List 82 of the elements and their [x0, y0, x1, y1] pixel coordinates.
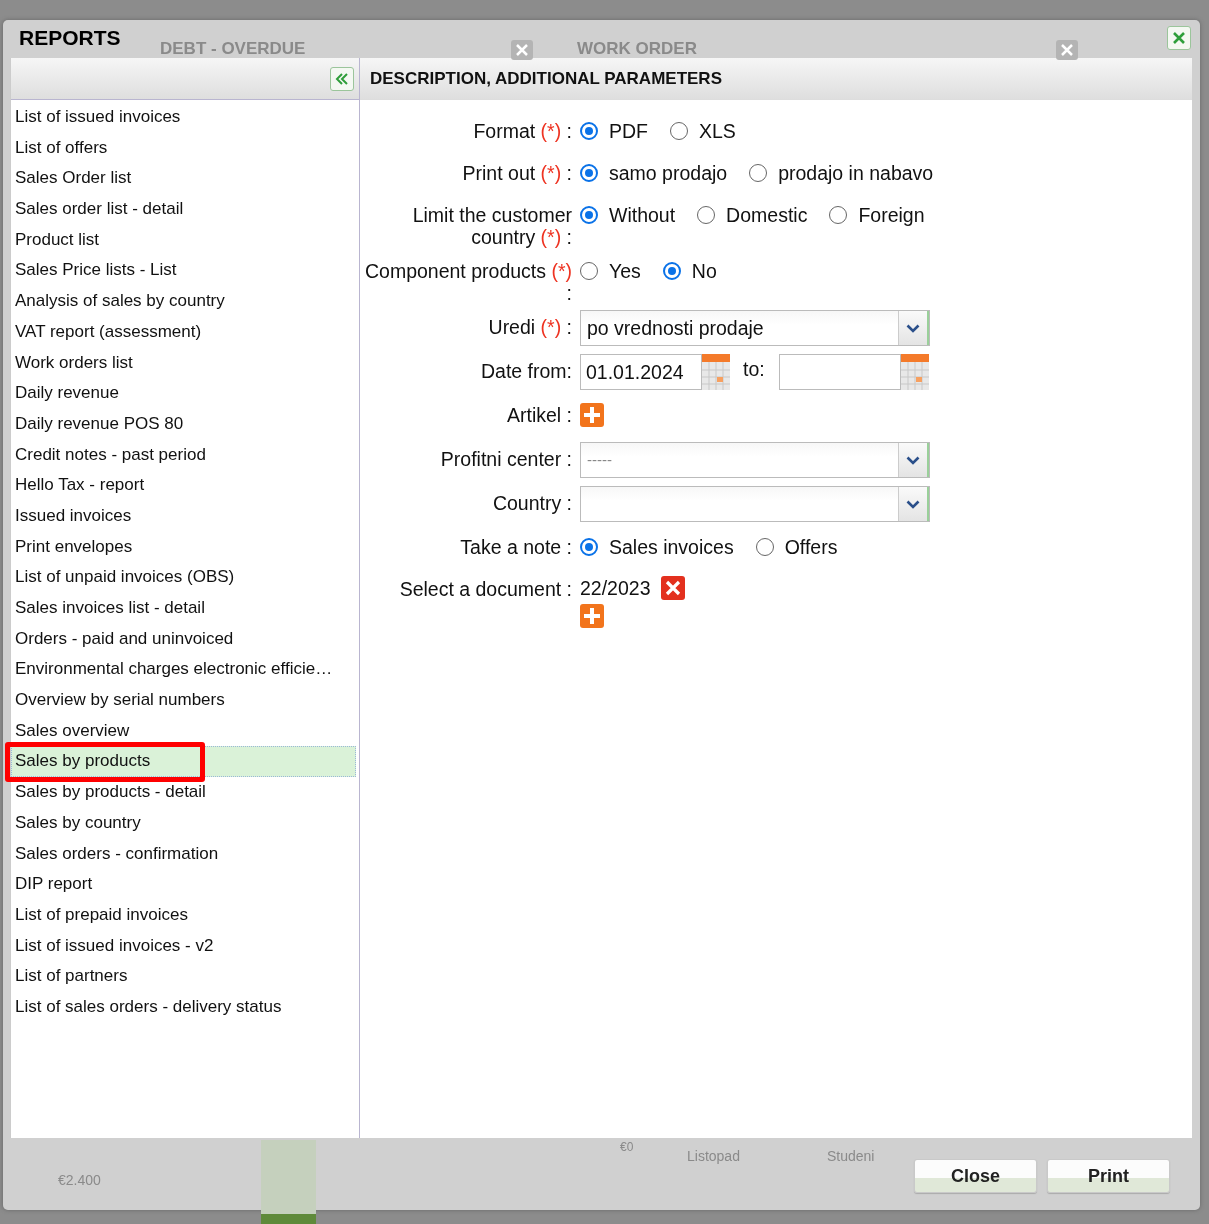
radio-option[interactable]: Yes — [580, 259, 641, 283]
chevron-down-icon — [906, 499, 920, 509]
document-number: 22/2023 — [580, 576, 651, 600]
radio-option[interactable]: XLS — [670, 119, 736, 143]
radio-option[interactable]: Domestic — [697, 203, 808, 227]
report-item[interactable]: Orders - paid and uninvoiced — [11, 623, 356, 655]
calendar-icon[interactable] — [702, 354, 730, 390]
report-item[interactable]: Sales orders - confirmation — [11, 838, 356, 870]
calendar-icon[interactable] — [900, 354, 929, 390]
report-item[interactable]: VAT report (assessment) — [11, 316, 356, 348]
field-label: Select a document : — [398, 577, 573, 600]
field-label: Format (*) : — [472, 119, 573, 142]
field-label: Country : — [491, 491, 573, 514]
dropdown-field[interactable] — [580, 486, 930, 522]
radio-option[interactable]: Offers — [755, 535, 838, 559]
field-label: Component products (*) : — [363, 259, 573, 304]
report-item[interactable]: DIP report — [11, 869, 356, 900]
field-label: to: — [743, 357, 765, 381]
dropdown-field[interactable]: ----- — [580, 442, 930, 478]
report-item[interactable]: Sales Price lists - List — [11, 255, 356, 287]
field-label: Date from: — [479, 359, 573, 382]
axis-label: €0 — [620, 1140, 634, 1154]
chevron-down-icon — [906, 323, 920, 333]
axis-label: Studeni — [827, 1148, 875, 1164]
date-field[interactable] — [778, 354, 901, 390]
close-icon[interactable] — [1056, 40, 1078, 60]
double-chevron-icon — [335, 72, 349, 85]
dialog-button[interactable]: Print — [1047, 1159, 1170, 1193]
radio-option[interactable]: Foreign — [829, 203, 925, 227]
field-label: Limit the customer country (*) : — [411, 203, 573, 248]
report-item[interactable]: Environmental charges electronic efficie… — [11, 654, 356, 686]
close-icon — [1171, 30, 1187, 46]
radio-option[interactable]: No — [662, 259, 717, 283]
radio-option[interactable]: Sales invoices — [580, 535, 734, 559]
collapse-button[interactable] — [330, 66, 354, 91]
add-icon[interactable] — [580, 403, 604, 427]
field-label: Artikel : — [505, 403, 573, 426]
chevron-down-icon — [906, 455, 920, 465]
report-item[interactable]: List of unpaid invoices (OBS) — [11, 562, 356, 593]
report-item[interactable]: Work orders list — [11, 347, 356, 379]
report-item[interactable]: List of issued invoices — [11, 102, 356, 133]
report-item[interactable]: Sales invoices list - detail — [11, 593, 356, 624]
close-button[interactable] — [1167, 26, 1191, 50]
report-item[interactable]: Overview by serial numbers — [11, 685, 356, 716]
report-item[interactable]: Product list — [11, 224, 356, 256]
report-item[interactable]: Sales Order list — [11, 163, 356, 195]
field-label: Profitni center : — [439, 447, 573, 470]
panel-title: DEBT - OVERDUE — [160, 40, 306, 58]
radio-option[interactable]: samo prodajo — [580, 161, 728, 185]
close-icon[interactable] — [511, 40, 533, 60]
panel-title: DESCRIPTION, ADDITIONAL PARAMETERS — [370, 68, 722, 89]
field-label: Take a note : — [459, 535, 573, 558]
report-item[interactable]: Hello Tax - report — [11, 470, 356, 501]
report-item[interactable]: Sales by country — [11, 807, 356, 839]
field-label: Print out (*) : — [461, 161, 573, 184]
radio-option[interactable]: PDF — [580, 119, 648, 143]
report-item[interactable]: Sales by products - detail — [11, 777, 356, 808]
report-item[interactable]: List of issued invoices - v2 — [11, 930, 356, 962]
report-item[interactable]: List of sales orders - delivery status — [11, 991, 356, 1023]
report-item[interactable]: Print envelopes — [11, 531, 356, 563]
dropdown-field[interactable]: po vrednosti prodaje — [580, 310, 930, 346]
report-item[interactable]: Daily revenue — [11, 378, 356, 409]
date-field[interactable]: 01.01.2024 — [580, 354, 702, 390]
report-item[interactable]: List of partners — [11, 961, 356, 992]
report-item[interactable]: Daily revenue POS 80 — [11, 408, 356, 440]
report-item[interactable]: Sales order list - detail — [11, 194, 356, 225]
report-item[interactable]: Issued invoices — [11, 500, 356, 532]
report-item[interactable]: Analysis of sales by country — [11, 286, 356, 317]
report-item[interactable]: Sales overview — [11, 715, 356, 747]
report-item[interactable]: Sales by products — [11, 746, 356, 778]
axis-label: €2.400 — [58, 1172, 101, 1188]
panel-title: WORK ORDER — [577, 40, 697, 58]
delete-icon[interactable] — [660, 576, 685, 600]
report-item[interactable]: List of offers — [11, 132, 356, 164]
report-item[interactable]: List of prepaid invoices — [11, 899, 356, 931]
radio-option[interactable]: Without — [580, 203, 676, 227]
field-label: Uredi (*) : — [487, 315, 573, 338]
dialog-button[interactable]: Close — [914, 1159, 1037, 1193]
axis-label: Listopad — [687, 1148, 740, 1164]
radio-option[interactable]: prodajo in nabavo — [749, 161, 934, 185]
dialog-title: REPORTS — [19, 26, 121, 50]
report-item[interactable]: Credit notes - past period — [11, 439, 356, 471]
